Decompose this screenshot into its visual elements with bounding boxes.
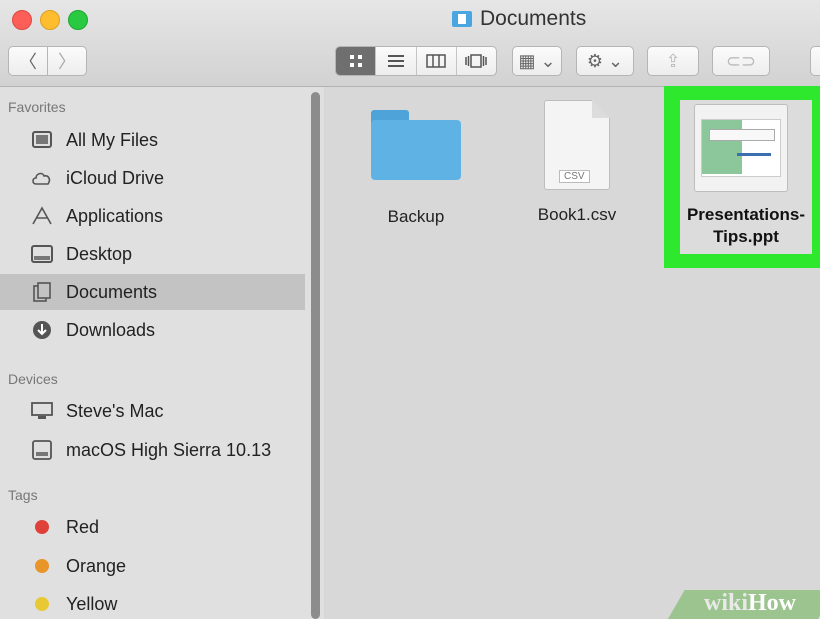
ppt-file-icon xyxy=(694,104,788,192)
orange-tag-icon xyxy=(30,555,54,577)
list-view-button[interactable] xyxy=(376,47,417,75)
forward-button[interactable]: 〉 xyxy=(47,46,87,76)
sidebar-item-label: Downloads xyxy=(66,319,156,340)
file-name-line2: Tips.ppt xyxy=(713,227,779,246)
sidebar-item-documents[interactable]: Documents xyxy=(0,274,305,310)
sidebar-item-label: Applications xyxy=(66,205,164,226)
sidebar-item-steves-mac[interactable]: Steve's Mac xyxy=(0,393,305,429)
coverflow-icon xyxy=(465,54,488,68)
toolbar-overflow-button[interactable] xyxy=(810,46,820,76)
sidebar-item-label: Desktop xyxy=(66,243,133,264)
window-title: Documents xyxy=(452,6,586,32)
sidebar: Favorites All My Files iCloud Drive Appl… xyxy=(0,87,324,619)
tags-header: Tags xyxy=(8,487,38,503)
minimize-window-button[interactable] xyxy=(40,10,60,30)
sidebar-item-label: All My Files xyxy=(66,129,159,150)
view-mode-selector xyxy=(335,46,497,76)
applications-icon xyxy=(30,205,54,227)
csv-badge: CSV xyxy=(559,170,590,183)
sidebar-item-tag-orange[interactable]: Orange xyxy=(0,548,305,584)
share-button[interactable]: ⇪ xyxy=(647,46,699,76)
column-view-button[interactable] xyxy=(417,47,457,75)
columns-icon xyxy=(426,54,446,68)
sidebar-item-icloud-drive[interactable]: iCloud Drive xyxy=(0,160,305,196)
coverflow-view-button[interactable] xyxy=(457,47,496,75)
all-files-icon xyxy=(30,129,54,151)
disk-icon xyxy=(30,439,54,461)
yellow-tag-icon xyxy=(30,593,54,615)
folder-icon xyxy=(371,110,461,180)
file-item-backup[interactable]: Backup xyxy=(346,110,486,228)
sidebar-item-label: Documents xyxy=(66,281,158,302)
close-window-button[interactable] xyxy=(12,10,32,30)
finder-window: Documents 〈 〉 ▦ ⌄ ⚙ ⌄ ⇪ ⊂⊃ Favorites All… xyxy=(0,0,820,619)
sidebar-item-label: Red xyxy=(66,516,100,537)
sidebar-item-tag-red[interactable]: Red xyxy=(0,509,305,545)
sidebar-item-label: macOS High Sierra 10.13 xyxy=(66,439,272,460)
icon-view-button[interactable] xyxy=(336,47,377,75)
file-item-book1-csv[interactable]: CSV Book1.csv xyxy=(507,100,647,226)
favorites-header: Favorites xyxy=(8,99,66,115)
file-name-line1: Presentations- xyxy=(686,205,806,224)
sidebar-item-label: Steve's Mac xyxy=(66,400,164,421)
grid-icon xyxy=(349,55,362,67)
back-button[interactable]: 〈 xyxy=(8,46,48,76)
sidebar-item-tag-yellow[interactable]: Yellow xyxy=(0,586,305,619)
file-name: Book1.csv xyxy=(537,205,617,224)
tags-button[interactable]: ⊂⊃ xyxy=(712,46,770,76)
red-tag-icon xyxy=(30,516,54,538)
sidebar-item-label: iCloud Drive xyxy=(66,167,165,188)
sidebar-item-label: Orange xyxy=(66,555,127,576)
desktop-icon xyxy=(30,243,54,265)
file-name: Presentations- Tips.ppt xyxy=(676,204,816,248)
wikihow-watermark: wikiHow xyxy=(704,590,797,616)
cloud-icon xyxy=(30,167,54,189)
devices-header: Devices xyxy=(8,371,58,387)
documents-icon xyxy=(30,281,54,303)
sidebar-item-desktop[interactable]: Desktop xyxy=(0,236,305,272)
sidebar-item-downloads[interactable]: Downloads xyxy=(0,312,305,348)
action-gear-button[interactable]: ⚙ ⌄ xyxy=(576,46,634,76)
zoom-window-button[interactable] xyxy=(68,10,88,30)
sidebar-scrollbar[interactable] xyxy=(311,92,320,619)
downloads-icon xyxy=(30,319,54,341)
toolbar: Documents 〈 〉 ▦ ⌄ ⚙ ⌄ ⇪ ⊂⊃ xyxy=(0,0,820,87)
sidebar-item-applications[interactable]: Applications xyxy=(0,198,305,234)
window-title-text: Documents xyxy=(480,7,587,30)
file-name: Backup xyxy=(387,207,445,226)
sidebar-item-all-my-files[interactable]: All My Files xyxy=(0,122,305,158)
computer-icon xyxy=(30,400,54,422)
list-icon xyxy=(387,55,404,67)
arrange-button[interactable]: ▦ ⌄ xyxy=(512,46,562,76)
csv-file-icon: CSV xyxy=(544,100,610,190)
sidebar-item-label: Yellow xyxy=(66,593,118,614)
sidebar-item-macos-disk[interactable]: macOS High Sierra 10.13 xyxy=(0,432,305,468)
documents-folder-icon xyxy=(452,11,472,27)
